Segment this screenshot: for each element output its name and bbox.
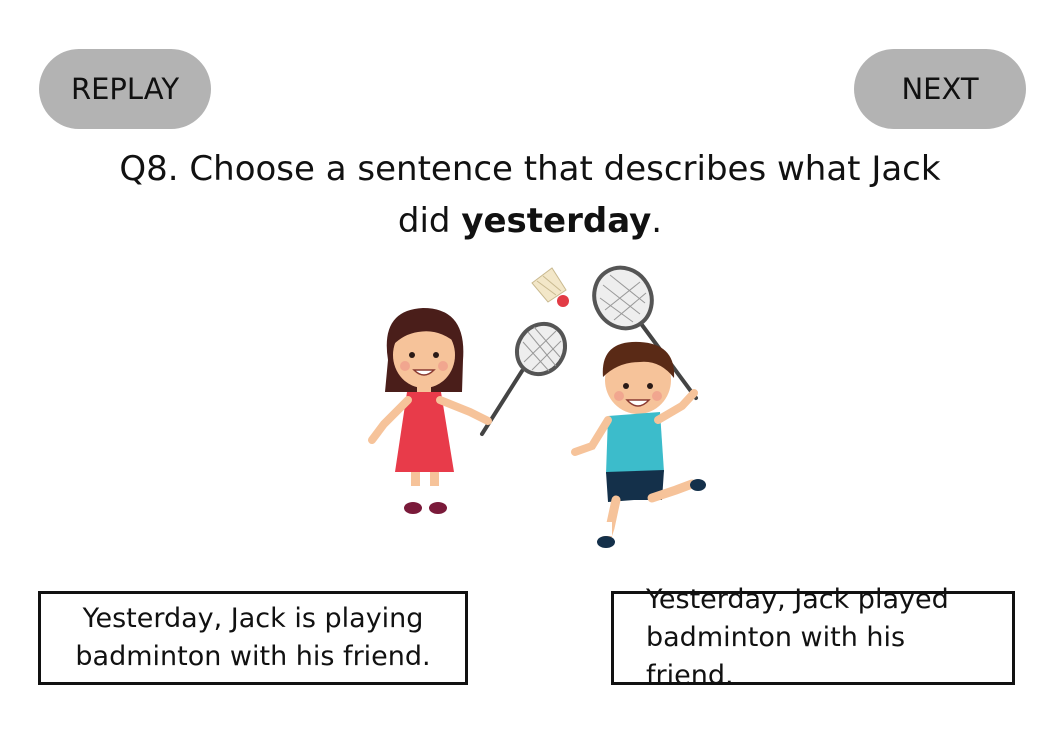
boy-figure (571, 341, 706, 548)
answer-option-1[interactable]: Yesterday, Jack is playing badminton wit… (38, 591, 468, 685)
answer-option-2-line-1: Yesterday, Jack played (646, 584, 949, 615)
answer-option-2-line-2: badminton with his friend. (646, 622, 906, 691)
answer-option-1-text: Yesterday, Jack is playing badminton wit… (75, 600, 430, 676)
replay-button[interactable]: REPLAY (39, 49, 211, 129)
question-line-2-start: did (397, 201, 462, 241)
girl-figure (368, 308, 492, 514)
answer-option-2[interactable]: Yesterday, Jack played badminton with hi… (611, 584, 1015, 691)
question-line-2-end: . (651, 201, 663, 241)
question-text: Q8. Choose a sentence that describes wha… (60, 143, 1000, 247)
question-line-2: did yesterday. (60, 195, 1000, 247)
girl-racket-icon (480, 321, 568, 436)
answer-option-2-text: Yesterday, Jack played badminton with hi… (646, 581, 994, 695)
badminton-illustration (368, 265, 706, 548)
question-emphasis: yesterday (461, 201, 652, 241)
shuttlecock-icon (531, 267, 569, 307)
answer-option-1-line-1: Yesterday, Jack is playing (82, 603, 424, 634)
answer-option-1-line-2: badminton with his friend. (75, 641, 431, 672)
question-line-1: Q8. Choose a sentence that describes wha… (119, 149, 941, 189)
next-button[interactable]: NEXT (854, 49, 1026, 129)
